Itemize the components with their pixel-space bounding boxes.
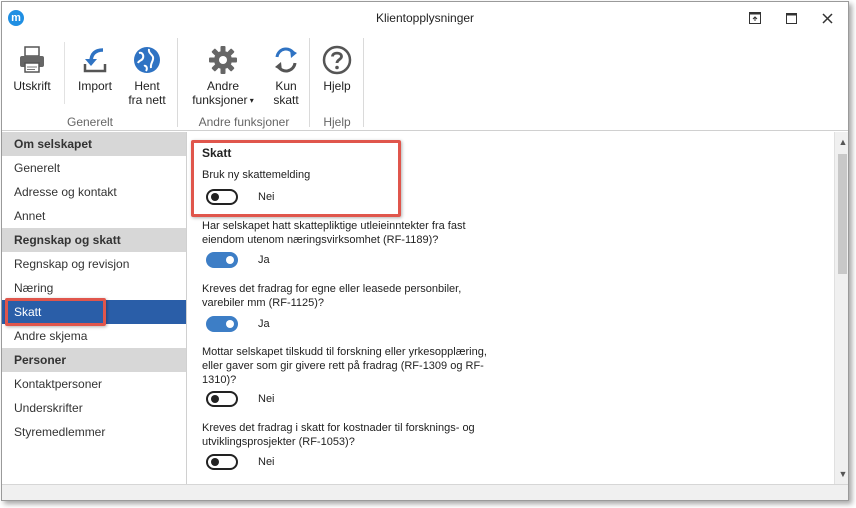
status-bar: [2, 484, 848, 500]
toggle-knob: [211, 458, 219, 466]
nav-header-regnskap-og-skatt: Regnskap og skatt: [2, 228, 186, 252]
toggle-knob: [226, 320, 234, 328]
sidebar-item-generelt[interactable]: Generelt: [2, 156, 186, 180]
scroll-up-icon[interactable]: ▲: [835, 134, 848, 150]
toggle-knob: [211, 193, 219, 201]
group-label-andre-funksjoner: Andre funksjoner: [198, 115, 290, 129]
fetch-from-web-label: Hent fra nett: [128, 79, 166, 107]
group-label-hjelp: Hjelp: [323, 115, 351, 129]
printer-icon: [20, 46, 44, 73]
group-label-generelt: Generelt: [66, 115, 114, 129]
sidebar-item-regnskap-og-revisjon[interactable]: Regnskap og revisjon: [2, 252, 186, 276]
import-button[interactable]: Import: [72, 38, 118, 110]
toggle-rd-projects[interactable]: [206, 454, 238, 470]
sidebar-nav: Om selskapet Generelt Adresse og kontakt…: [2, 132, 187, 484]
scroll-thumb[interactable]: [838, 154, 847, 274]
scroll-down-icon[interactable]: ▼: [835, 466, 848, 482]
toggle-research-grants[interactable]: [206, 391, 238, 407]
sidebar-item-kontaktpersoner[interactable]: Kontaktpersoner: [2, 372, 186, 396]
group-separator: [363, 38, 364, 127]
toggle-value-label: Nei: [258, 393, 275, 405]
toggle-value-label: Ja: [258, 318, 270, 330]
title-bar: m Klientopplysninger: [2, 2, 848, 34]
print-label: Utskrift: [13, 79, 51, 93]
section-title: Skatt: [202, 146, 232, 160]
sidebar-item-skatt[interactable]: Skatt: [2, 300, 186, 324]
other-functions-text: Andre funksjoner: [192, 79, 248, 107]
tax-only-label: Kun skatt: [273, 79, 299, 107]
chevron-down-icon: ▾: [247, 95, 254, 105]
toggle-new-tax-return[interactable]: [206, 189, 238, 205]
toggle-value-label: Ja: [258, 254, 270, 266]
question-rd-projects: Kreves det fradrag i skatt for kostnader…: [202, 422, 475, 448]
sidebar-item-andre-skjema[interactable]: Andre skjema: [2, 324, 186, 348]
restore-icon[interactable]: [740, 6, 770, 30]
question-research-grants: Mottar selskapet tilskudd til forskning …: [202, 346, 487, 386]
fetch-from-web-button[interactable]: Hent fra nett: [123, 38, 171, 110]
client-info-window: m Klientopplysninger Utskrift Import Hen…: [1, 1, 849, 501]
other-functions-button[interactable]: Andre funksjoner ▾: [188, 38, 258, 110]
globe-icon: [134, 47, 160, 73]
ribbon: Utskrift Import Hent fra nett Generelt A…: [2, 34, 848, 131]
sync-icon: [275, 47, 297, 73]
sidebar-item-styremedlemmer[interactable]: Styremedlemmer: [2, 420, 186, 444]
toggle-car-deduction[interactable]: [206, 316, 238, 332]
help-icon: [322, 45, 352, 75]
window-title: Klientopplysninger: [375, 11, 475, 25]
close-icon[interactable]: [812, 6, 842, 30]
nav-header-personer: Personer: [2, 348, 186, 372]
toggle-knob: [226, 256, 234, 264]
ribbon-group-generelt: Utskrift Import Hent fra nett Generelt: [2, 34, 178, 131]
toggle-value-label: Nei: [258, 191, 275, 203]
other-functions-label: Andre funksjoner ▾: [192, 79, 254, 108]
question-car-deduction: Kreves det fradrag for egne eller leased…: [202, 283, 462, 309]
vertical-scrollbar[interactable]: ▲ ▼: [834, 132, 848, 484]
question-rental-income: Har selskapet hatt skattepliktige utleie…: [202, 220, 466, 246]
import-arrow-icon: [83, 48, 107, 73]
tax-only-button[interactable]: Kun skatt: [264, 38, 308, 110]
tax-settings-panel: Skatt Bruk ny skattemelding Nei Har sels…: [188, 132, 834, 484]
nav-header-om-selskapet: Om selskapet: [2, 132, 186, 156]
question-new-tax-return: Bruk ny skattemelding: [202, 169, 311, 181]
maximize-icon[interactable]: [776, 6, 806, 30]
sidebar-item-naering[interactable]: Næring: [2, 276, 186, 300]
divider: [64, 42, 65, 104]
gear-icon: [209, 46, 237, 74]
help-button[interactable]: Hjelp: [316, 38, 358, 110]
print-button[interactable]: Utskrift: [8, 38, 56, 110]
toggle-knob: [211, 395, 219, 403]
help-label: Hjelp: [323, 79, 351, 93]
ribbon-group-hjelp: Hjelp Hjelp: [310, 34, 364, 131]
sidebar-item-adresse-og-kontakt[interactable]: Adresse og kontakt: [2, 180, 186, 204]
ribbon-group-andre-funksjoner: Andre funksjoner ▾ Kun skatt Andre funks…: [178, 34, 310, 131]
import-label: Import: [77, 79, 112, 93]
sidebar-item-annet[interactable]: Annet: [2, 204, 186, 228]
toggle-value-label: Nei: [258, 456, 275, 468]
sidebar-item-underskrifter[interactable]: Underskrifter: [2, 396, 186, 420]
toggle-rental-income[interactable]: [206, 252, 238, 268]
